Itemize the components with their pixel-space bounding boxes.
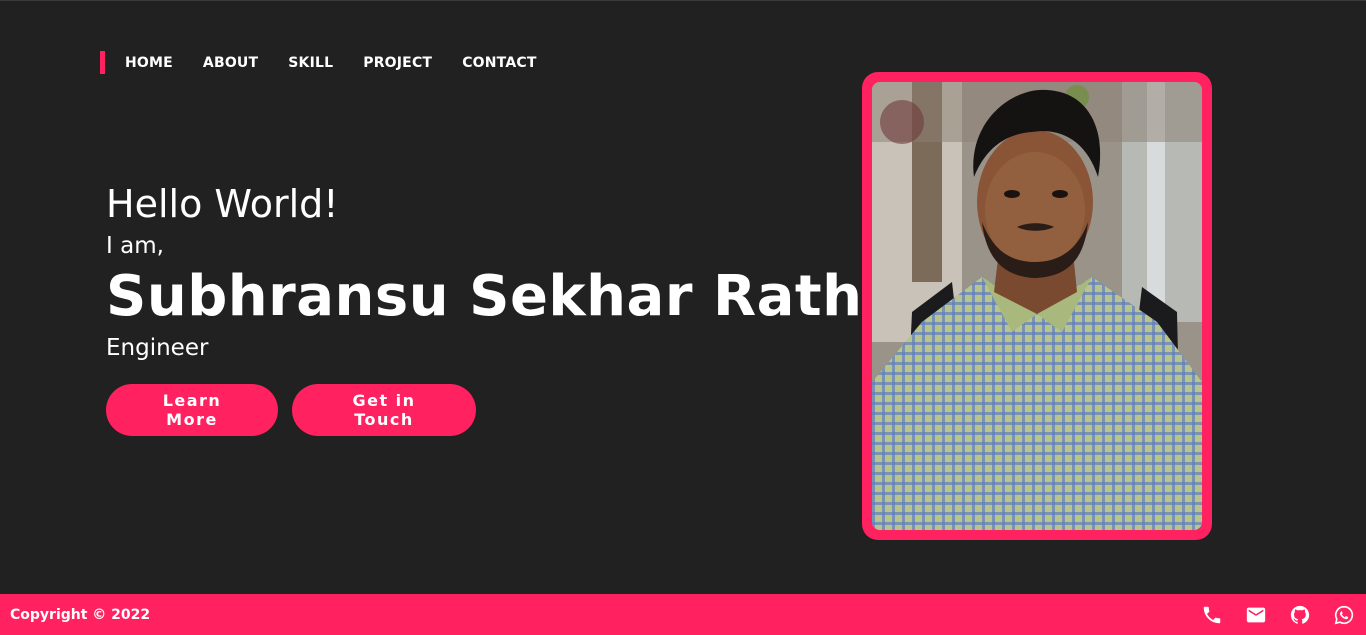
nav-home[interactable]: HOME bbox=[125, 55, 173, 71]
profile-photo-frame bbox=[862, 72, 1212, 540]
nav-about[interactable]: ABOUT bbox=[203, 55, 258, 71]
footer: Copyright © 2022 bbox=[0, 594, 1366, 635]
portrait-illustration bbox=[872, 82, 1202, 530]
get-in-touch-button[interactable]: Get in Touch bbox=[292, 384, 476, 436]
page: HOME ABOUT SKILL PROJECT CONTACT Hello W… bbox=[0, 0, 1366, 635]
github-icon[interactable] bbox=[1288, 603, 1312, 627]
hero-role: Engineer bbox=[106, 335, 209, 361]
hero-name: Subhransu Sekhar Rath bbox=[106, 264, 863, 329]
hero-section: Hello World! I am, Subhransu Sekhar Rath… bbox=[106, 181, 863, 436]
main-nav: HOME ABOUT SKILL PROJECT CONTACT bbox=[100, 51, 567, 74]
profile-photo bbox=[872, 82, 1202, 530]
hero-greeting: Hello World! bbox=[106, 182, 339, 226]
phone-icon[interactable] bbox=[1200, 603, 1224, 627]
mail-icon[interactable] bbox=[1244, 603, 1268, 627]
hero-intro: I am, bbox=[106, 233, 164, 259]
nav-skill[interactable]: SKILL bbox=[288, 55, 333, 71]
learn-more-button[interactable]: Learn More bbox=[106, 384, 278, 436]
copyright-text: Copyright © 2022 bbox=[10, 607, 151, 623]
nav-accent-bar bbox=[100, 51, 105, 74]
hero-actions: Learn More Get in Touch bbox=[106, 384, 863, 436]
nav-contact[interactable]: CONTACT bbox=[462, 55, 536, 71]
whatsapp-icon[interactable] bbox=[1332, 603, 1356, 627]
nav-project[interactable]: PROJECT bbox=[363, 55, 432, 71]
social-links bbox=[1200, 603, 1356, 627]
